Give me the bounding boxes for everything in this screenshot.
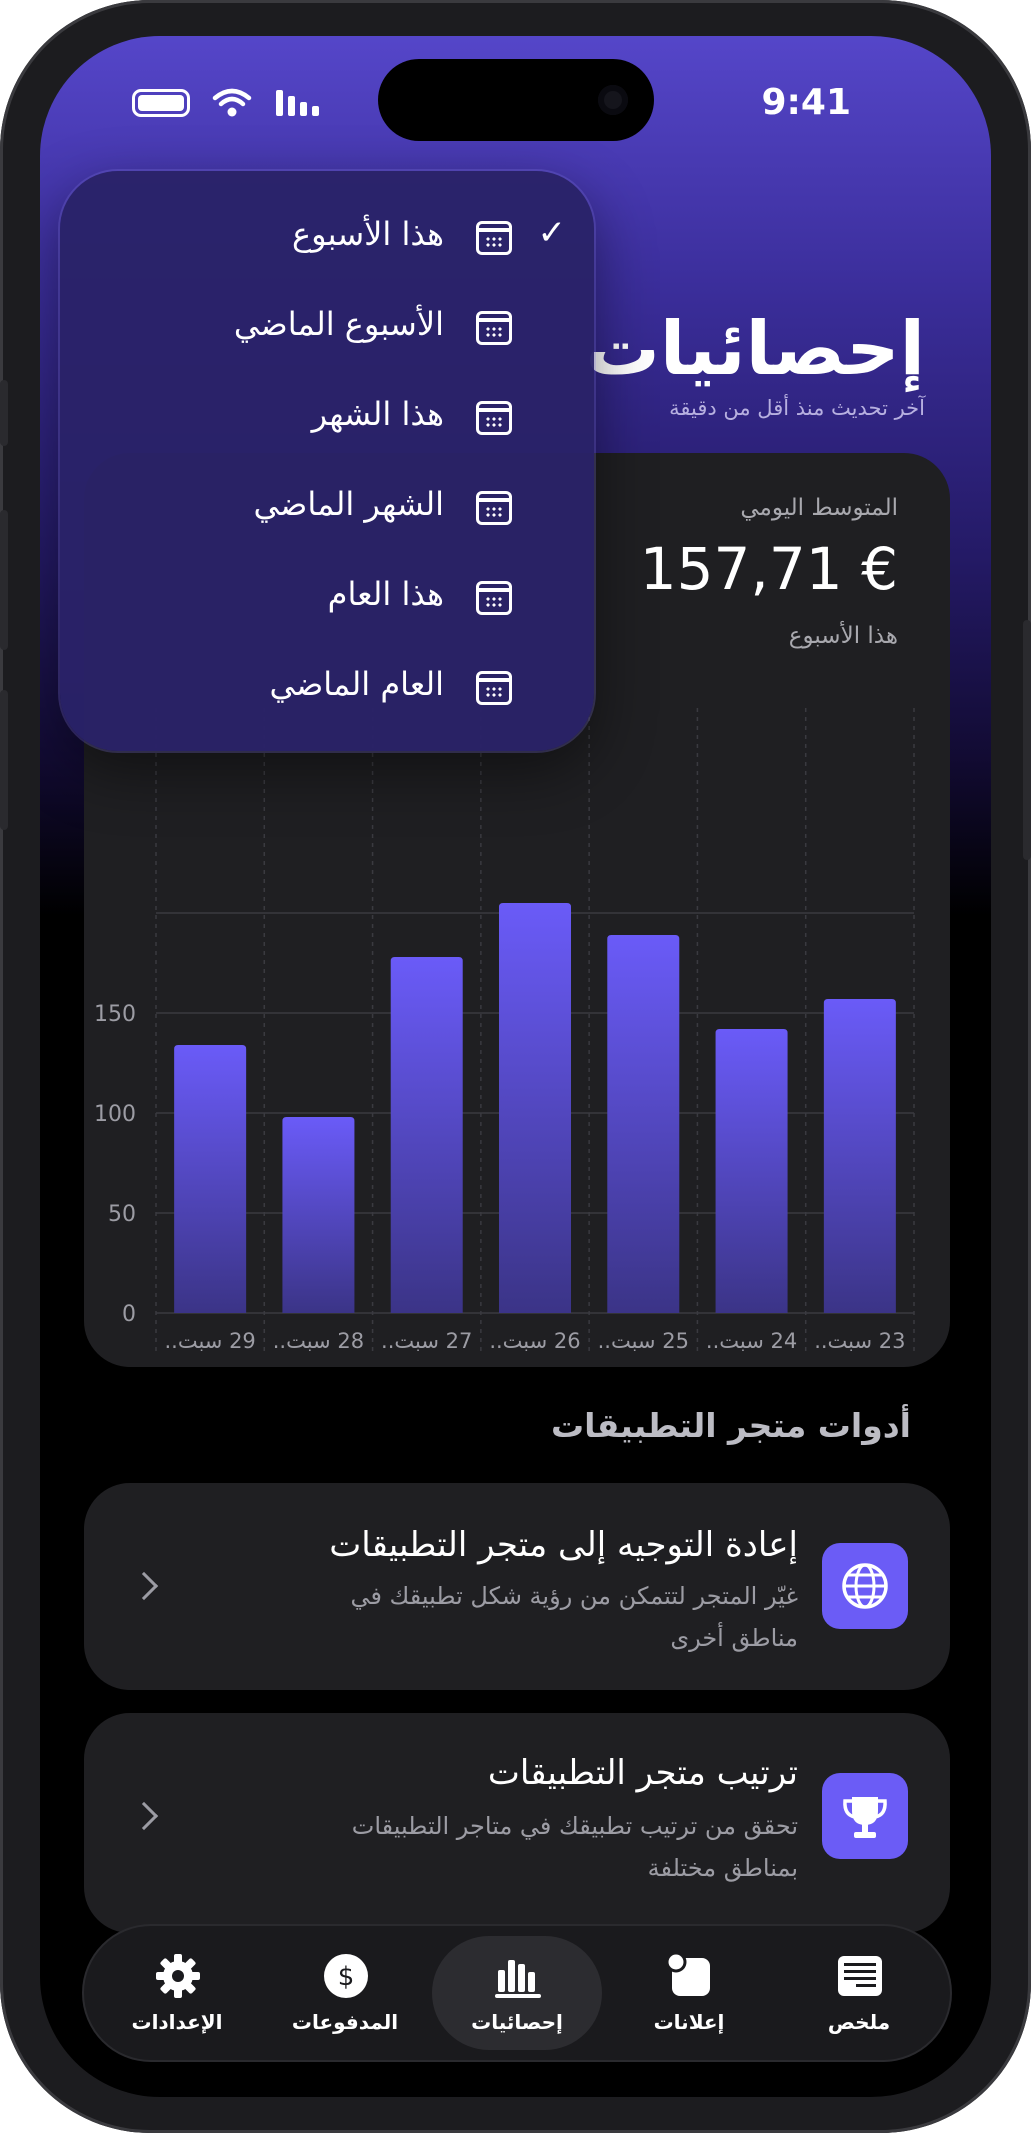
tab-payments[interactable]: $ المدفوعات (260, 1936, 430, 2050)
page-title: إحصائيات (585, 306, 925, 392)
status-icons (132, 88, 322, 118)
period-option-label: هذا الأسبوع (292, 215, 444, 253)
tool-card-ranking[interactable]: ترتيب متجر التطبيقات تحقق من ترتيب تطبيق… (84, 1713, 950, 1933)
period-option-label: هذا الشهر (311, 395, 444, 433)
x-tick-label: 29 سبت.. (164, 1329, 255, 1353)
y-tick-label: 0 (122, 1302, 136, 1327)
chevron-right-icon (129, 1801, 159, 1831)
period-option[interactable]: العام الماضي (60, 643, 594, 733)
period-option-label: هذا العام (327, 575, 444, 613)
calendar-icon (476, 401, 512, 435)
x-tick-label: 26 سبت.. (489, 1329, 580, 1353)
tab-summary[interactable]: ملخص (774, 1936, 944, 2050)
calendar-icon (476, 491, 512, 525)
chart-bar[interactable] (390, 957, 463, 1313)
globe-icon (822, 1543, 908, 1629)
wifi-icon (212, 88, 252, 117)
chart-bar[interactable] (823, 999, 896, 1313)
tab-label: إحصائيات (471, 2010, 563, 2034)
period-dropdown-menu: هذا الأسبوع ✓ الأسبوع الماضي هذا الشهر الشهر… (60, 171, 594, 751)
chart-bar[interactable] (499, 903, 571, 1313)
summary-icon (838, 1956, 882, 1996)
period-option-label: الشهر الماضي (253, 485, 445, 523)
tab-ads[interactable]: إعلانات (604, 1936, 774, 2050)
period-option[interactable]: هذا العام (60, 553, 594, 643)
section-title-tools: أدوات متجر التطبيقات (551, 1406, 911, 1445)
side-button-volume-up (0, 510, 8, 650)
bar-chart-icon (495, 1960, 541, 1998)
period-option[interactable]: الأسبوع الماضي (60, 283, 594, 373)
tool-title: إعادة التوجيه إلى متجر التطبيقات (329, 1525, 798, 1565)
signal-icon (276, 90, 319, 116)
tab-label: إعلانات (653, 2010, 725, 2034)
chevron-right-icon (129, 1571, 159, 1601)
tool-title: ترتيب متجر التطبيقات (487, 1753, 798, 1793)
checkmark-icon: ✓ (537, 213, 567, 253)
calendar-icon (476, 581, 512, 615)
gear-icon (156, 1954, 200, 1998)
x-tick-label: 23 سبت.. (814, 1329, 905, 1353)
screen: 9:41 إحصائيات آخر تحديث منذ أقل من دقيقة… (40, 36, 991, 2097)
period-option[interactable]: هذا الشهر (60, 373, 594, 463)
chart-bar[interactable] (174, 1045, 247, 1313)
camera-icon (598, 85, 628, 115)
x-tick-label: 25 سبت.. (598, 1329, 689, 1353)
tab-bar: الإعدادات $ المدفوعات إحصائيات إعلانات م… (84, 1926, 950, 2060)
calendar-icon (476, 311, 512, 345)
side-button-power (1023, 620, 1031, 860)
period-option[interactable]: الشهر الماضي (60, 463, 594, 553)
chart-bar[interactable] (607, 935, 680, 1313)
side-button-action (0, 380, 8, 446)
ads-icon (665, 1952, 710, 1996)
period-option-label: العام الماضي (269, 665, 444, 703)
tool-description: تحقق من ترتيب تطبيقك في متاجر التطبيقات … (351, 1812, 798, 1882)
x-tick-label: 27 سبت.. (381, 1329, 472, 1353)
battery-icon (132, 89, 190, 117)
chart-bar[interactable] (282, 1117, 355, 1313)
y-tick-label: 100 (94, 1102, 136, 1127)
tab-label: الإعدادات (131, 2010, 223, 2034)
status-time: 9:41 (761, 82, 851, 123)
y-tick-label: 150 (94, 1002, 136, 1027)
calendar-icon (476, 221, 512, 255)
dynamic-island (378, 59, 654, 141)
y-tick-label: 50 (108, 1202, 136, 1227)
tab-statistics[interactable]: إحصائيات (432, 1936, 602, 2050)
chart-bar[interactable] (715, 1029, 788, 1313)
tab-settings[interactable]: الإعدادات (92, 1936, 262, 2050)
x-tick-label: 28 سبت.. (273, 1329, 364, 1353)
tool-card-redirect[interactable]: إعادة التوجيه إلى متجر التطبيقات غيّر ال… (84, 1483, 950, 1690)
calendar-icon (476, 671, 512, 705)
x-tick-label: 24 سبت.. (706, 1329, 797, 1353)
svg-text:$: $ (338, 1962, 355, 1992)
side-button-volume-down (0, 690, 8, 830)
dollar-icon: $ (324, 1954, 368, 1998)
trophy-icon (822, 1773, 908, 1859)
tab-label: ملخص (827, 2010, 891, 2034)
last-updated-text: آخر تحديث منذ أقل من دقيقة (669, 396, 925, 420)
tab-label: المدفوعات (291, 2010, 399, 2034)
period-option[interactable]: هذا الأسبوع ✓ (60, 193, 594, 283)
period-option-label: الأسبوع الماضي (233, 305, 444, 343)
tool-description: غيّر المتجر لتتمكن من رؤية شكل تطبيقك في… (350, 1582, 798, 1652)
